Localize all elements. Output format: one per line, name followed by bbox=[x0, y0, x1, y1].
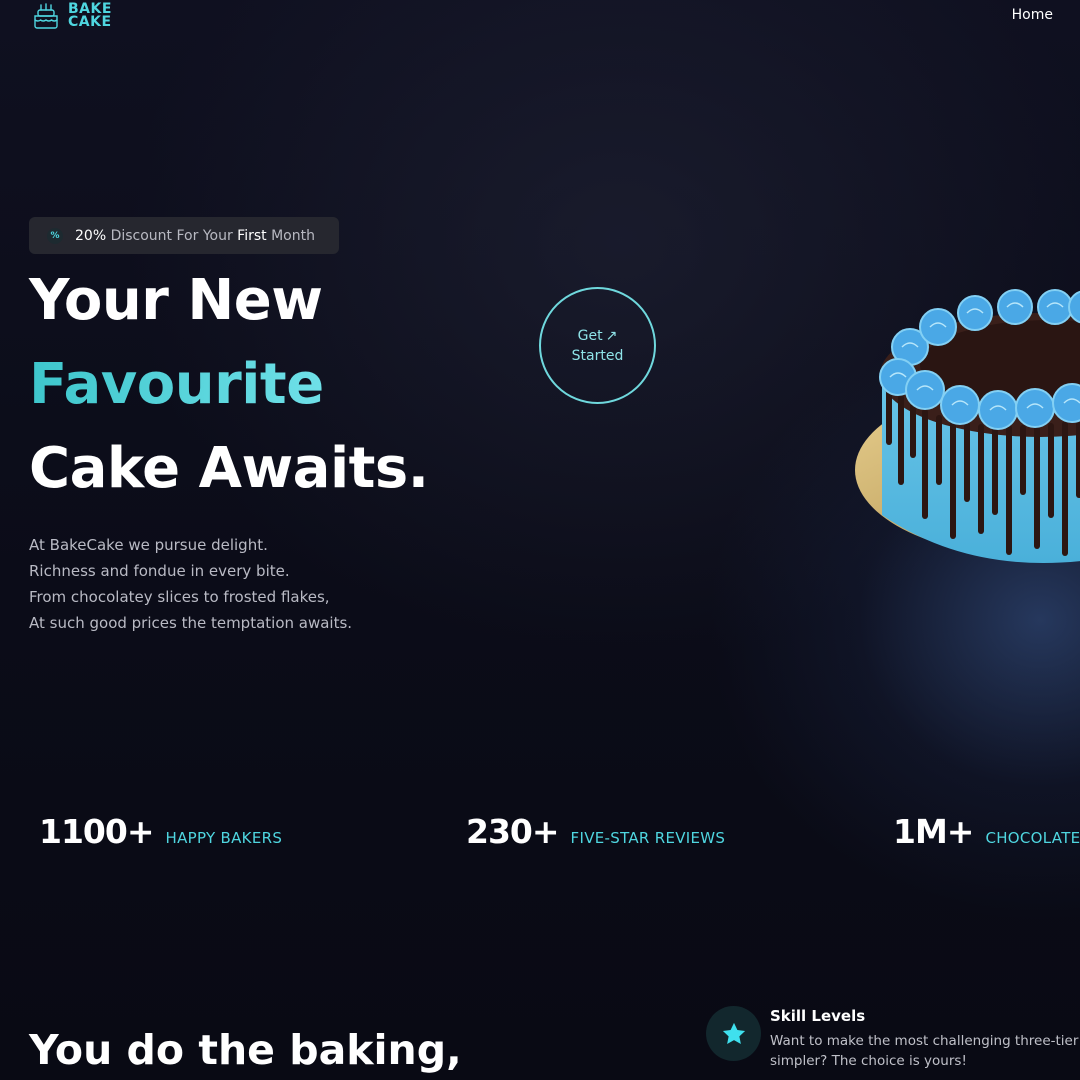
skill-levels-text-line: Want to make the most challenging three-… bbox=[770, 1033, 1079, 1049]
stat-five-star-reviews: 230+ FIVE-STAR REVIEWS bbox=[466, 812, 725, 851]
hero-description-line: Richness and fondue in every bite. bbox=[29, 562, 290, 580]
stat-label: HAPPY BAKERS bbox=[165, 829, 283, 847]
hero-title-line1: Your New bbox=[29, 268, 323, 333]
hero-description-line: At such good prices the temptation await… bbox=[29, 614, 353, 632]
skill-levels-text-line: simpler? The choice is yours! bbox=[770, 1053, 967, 1069]
logo[interactable]: BAKE CAKE bbox=[32, 2, 112, 30]
stat-label: CHOCOLATE S bbox=[985, 829, 1080, 847]
logo-line2: CAKE bbox=[68, 14, 112, 30]
cake-logo-icon bbox=[34, 3, 58, 29]
hero-description: At BakeCake we pursue delight. Richness … bbox=[29, 532, 352, 636]
hero-title-line3: Cake Awaits. bbox=[29, 436, 429, 501]
discount-first: First bbox=[237, 227, 267, 244]
hero-description-line: At BakeCake we pursue delight. bbox=[29, 536, 268, 554]
discount-text: 20% Discount For Your First Month bbox=[75, 228, 315, 244]
star-icon-shape bbox=[722, 1022, 745, 1044]
cake-image bbox=[855, 289, 1080, 563]
stat-value: 230+ bbox=[466, 812, 560, 851]
section-title: You do the baking, bbox=[29, 1026, 462, 1074]
get-started-line1: Get ↗ bbox=[578, 326, 618, 346]
get-started-button[interactable]: Get ↗ Started bbox=[539, 287, 656, 404]
stat-label: FIVE-STAR REVIEWS bbox=[570, 829, 726, 847]
nav-home-link[interactable]: Home bbox=[1012, 7, 1053, 23]
skill-levels-title: Skill Levels bbox=[770, 1007, 866, 1025]
logo-text: BAKE CAKE bbox=[68, 2, 112, 30]
arrow-up-right-icon: ↗ bbox=[605, 327, 618, 344]
discount-mid: Discount For Your bbox=[106, 227, 238, 244]
skill-levels-text: Want to make the most challenging three-… bbox=[770, 1031, 1078, 1071]
stat-happy-bakers: 1100+ HAPPY BAKERS bbox=[39, 812, 282, 851]
discount-amount: 20% bbox=[75, 227, 107, 244]
star-icon bbox=[706, 1006, 761, 1061]
percent-icon: % bbox=[47, 227, 63, 244]
discount-tail: Month bbox=[266, 227, 315, 244]
hero-description-line: From chocolatey slices to frosted flakes… bbox=[29, 588, 330, 606]
page: BAKE CAKE Home % 20% Discount For Your F… bbox=[0, 0, 1080, 1080]
hero-title-line2: Favourite bbox=[29, 352, 324, 417]
get-started-line2: Started bbox=[571, 347, 624, 364]
discount-badge[interactable]: % 20% Discount For Your First Month bbox=[29, 217, 339, 254]
stat-value: 1100+ bbox=[39, 812, 154, 851]
get-label: Get bbox=[577, 327, 603, 344]
stat-chocolate: 1M+ CHOCOLATE S bbox=[893, 812, 1080, 851]
stat-value: 1M+ bbox=[893, 812, 974, 851]
